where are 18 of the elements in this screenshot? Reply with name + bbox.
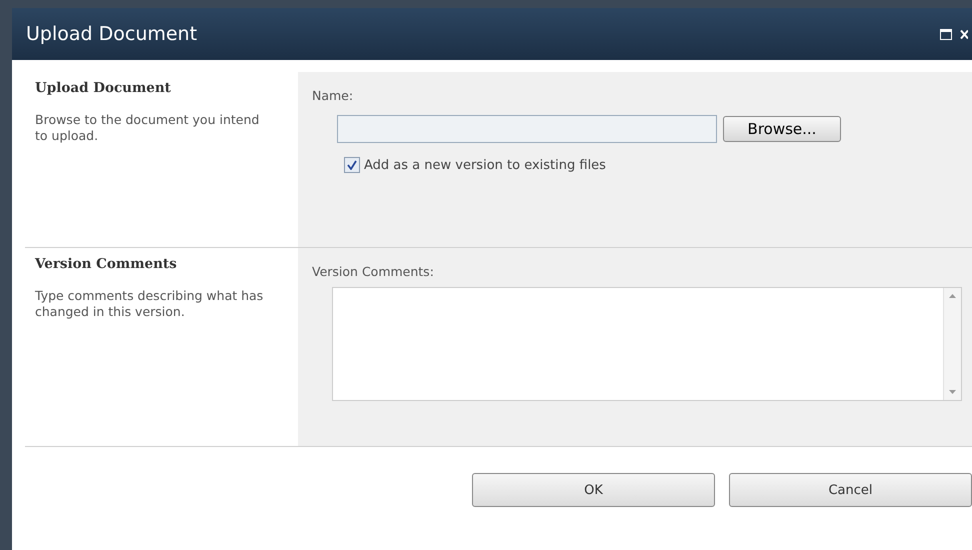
section-description: Type comments describing what has changed in this version. bbox=[35, 288, 264, 320]
scroll-down-icon bbox=[949, 390, 956, 394]
checkbox[interactable] bbox=[344, 157, 360, 173]
section-heading: Upload Document bbox=[35, 80, 172, 96]
close-icon bbox=[960, 28, 968, 40]
maximize-icon bbox=[940, 28, 952, 40]
window-title: Upload Document bbox=[26, 23, 198, 45]
browse-button[interactable]: Browse... bbox=[723, 116, 841, 142]
name-input-field[interactable] bbox=[337, 115, 717, 143]
section-description: Browse to the document you intend to upload. bbox=[35, 112, 260, 144]
field-label: Version Comments: bbox=[312, 264, 435, 279]
ok-button[interactable]: OK bbox=[472, 473, 715, 507]
field-label: Name: bbox=[312, 88, 354, 103]
scroll-up-icon bbox=[949, 294, 956, 298]
checkbox-label: Add as a new version to existing files bbox=[364, 158, 606, 172]
section-heading: Version Comments bbox=[35, 256, 178, 272]
cancel-button[interactable]: Cancel bbox=[729, 473, 972, 507]
scrollbar[interactable] bbox=[943, 288, 961, 400]
